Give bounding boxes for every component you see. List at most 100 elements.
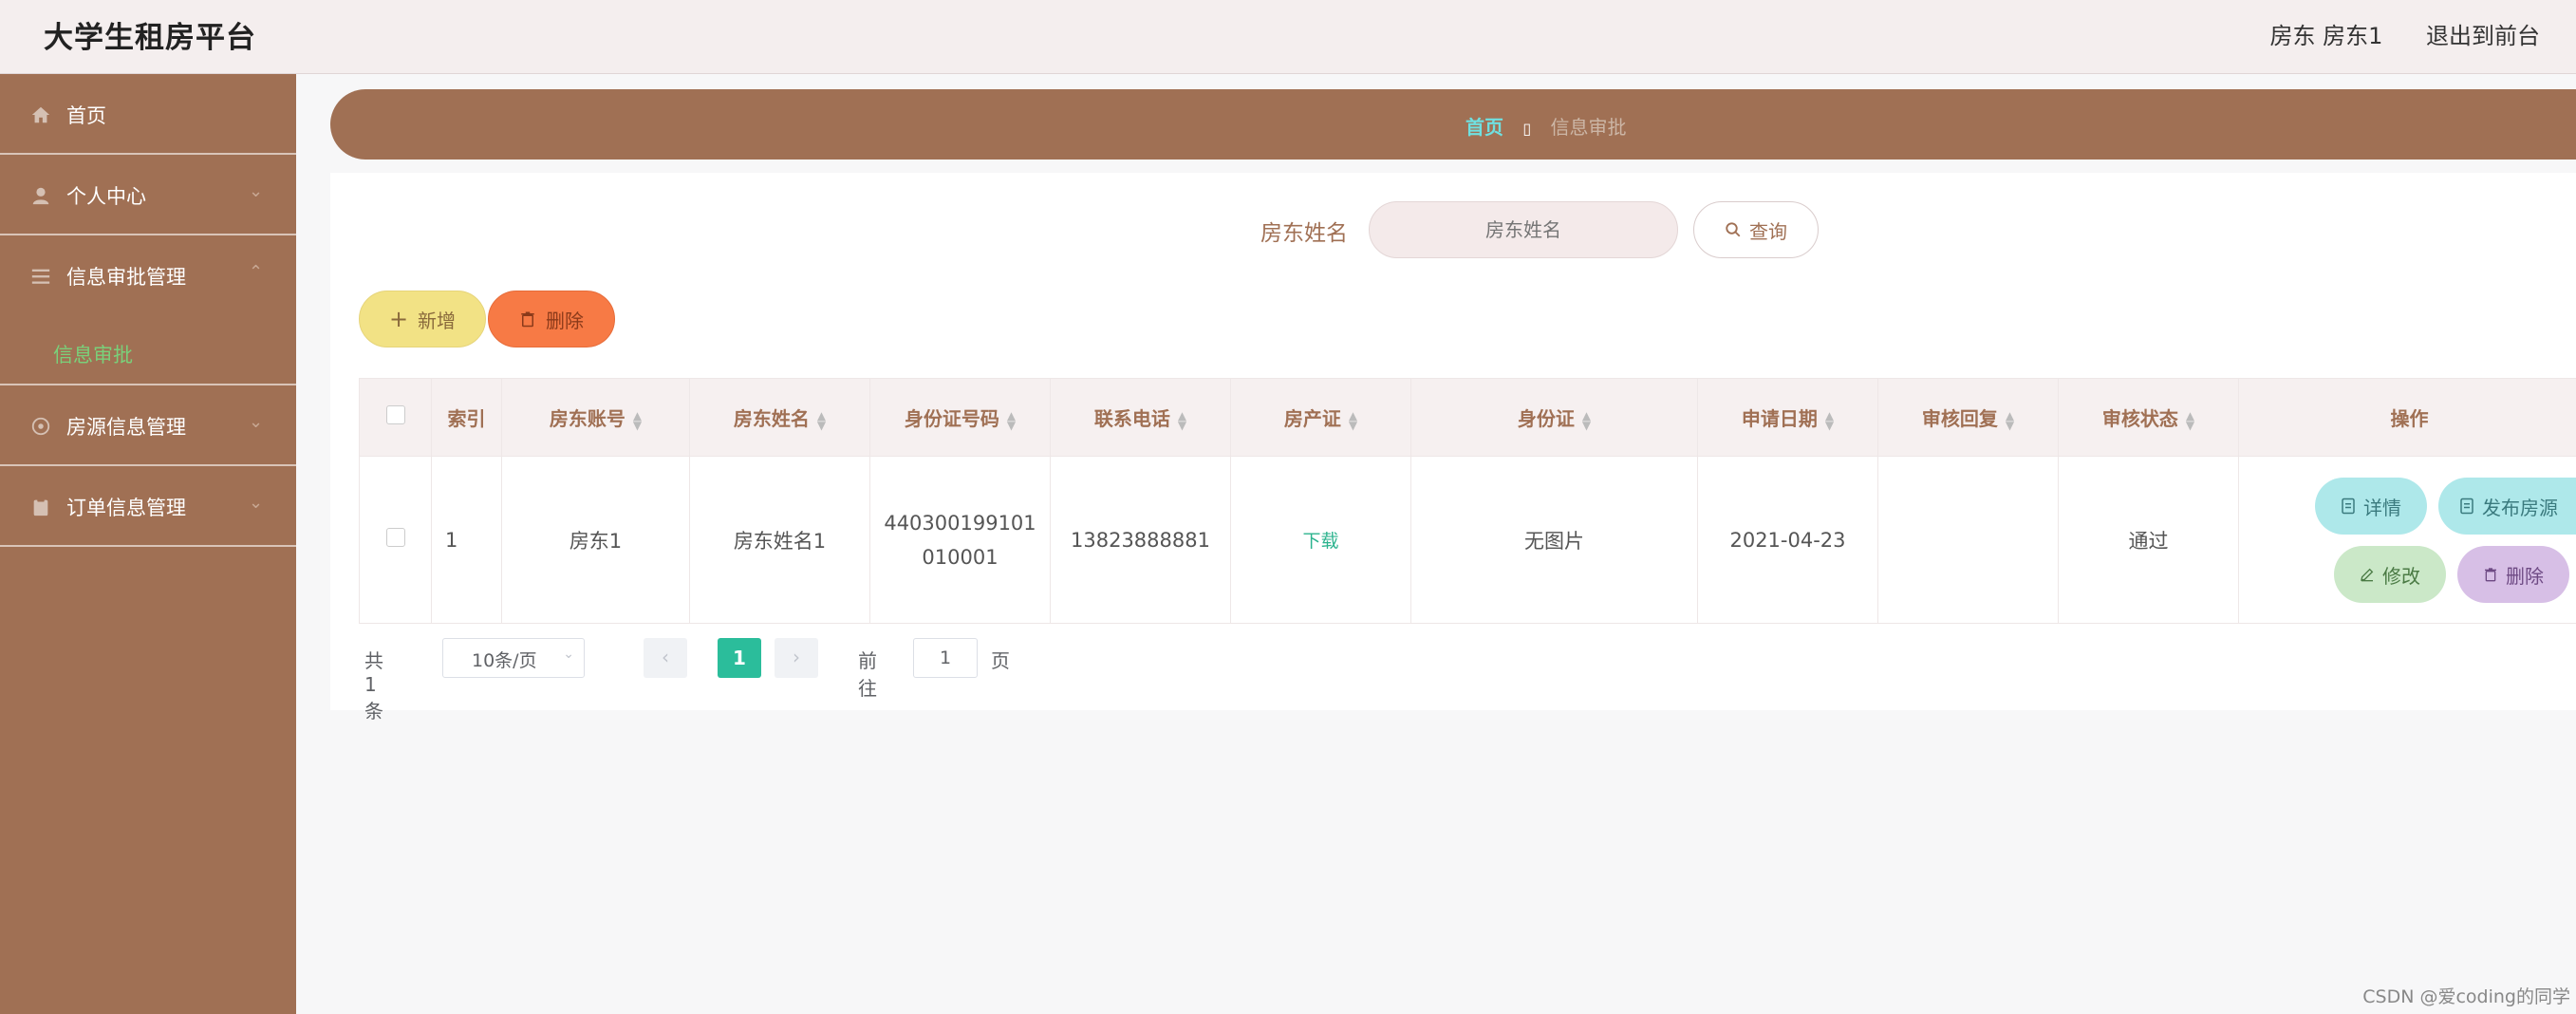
detail-button-label: 详情 (2363, 496, 2401, 519)
chevron-down-icon: ⌄ (249, 412, 264, 432)
search-button-label: 查询 (1749, 219, 1787, 243)
sidebar-item-label: 订单信息管理 (66, 497, 186, 519)
cell-operations: 详情 发布房源 修改 删除 (2238, 456, 2576, 624)
sidebar-subitem-approval[interactable]: 信息审批 (0, 316, 296, 385)
select-all-cell (359, 378, 432, 457)
cell-name: 房东姓名1 (689, 456, 870, 624)
col-deed[interactable]: 房产证 ▲ ▼ (1230, 378, 1411, 457)
sidebar-item-home[interactable]: 首页 (0, 74, 296, 155)
col-phone[interactable]: 联系电话 ▲ ▼ (1050, 378, 1231, 457)
goto-label: 前往 (858, 649, 877, 700)
breadcrumb-current: 信息审批 (1550, 116, 1627, 139)
watermark: CSDN @爱coding的同学 (2362, 986, 2570, 1007)
id-number-line-1: 440300199101 (884, 511, 1036, 535)
add-button[interactable]: + 新增 (359, 291, 486, 347)
search-label: 房东姓名 (1260, 221, 1348, 246)
sidebar-item-personal-center[interactable]: 个人中心 ⌄ (0, 155, 296, 235)
col-label: 联系电话 (1093, 407, 1170, 430)
col-reply[interactable]: 审核回复 ▲ ▼ (1877, 378, 2059, 457)
batch-delete-button[interactable]: 删除 (488, 291, 615, 347)
publish-listing-button-label: 发布房源 (2482, 496, 2558, 519)
cell-date: 2021-04-23 (1697, 456, 1878, 624)
chevron-right-icon: › (793, 646, 800, 668)
id-number-line-2: 010001 (922, 545, 999, 569)
clipboard-icon (33, 498, 48, 516)
col-id-card[interactable]: 身份证 ▲ ▼ (1410, 378, 1698, 457)
sort-icon[interactable]: ▲ ▼ (1349, 410, 1357, 431)
sidebar-item-approval-management[interactable]: 信息审批管理 ⌃ (0, 235, 296, 316)
breadcrumb: 首页 ▯ 信息审批 (330, 89, 2576, 160)
detail-button[interactable]: 详情 (2315, 478, 2427, 535)
cell-account: 房东1 (501, 456, 690, 624)
chevron-down-icon: ⌄ (249, 181, 264, 201)
select-all-checkbox[interactable] (385, 405, 405, 424)
search-button[interactable]: 查询 (1693, 201, 1819, 258)
cell-id-card: 无图片 (1410, 456, 1698, 624)
sort-icon[interactable]: ▲ ▼ (1178, 410, 1186, 431)
next-page-button[interactable]: › (775, 638, 818, 678)
sort-icon[interactable]: ▲ ▼ (2186, 410, 2194, 431)
row-delete-button[interactable]: 删除 (2457, 546, 2569, 603)
edit-button-label: 修改 (2382, 564, 2420, 588)
goto-page-input[interactable] (913, 638, 978, 678)
col-index: 索引 (431, 378, 502, 457)
sort-icon[interactable]: ▲ ▼ (2006, 410, 2014, 431)
breadcrumb-home[interactable]: 首页 (1465, 116, 1503, 139)
pagination-total: 共 1 条 (364, 649, 383, 723)
cell-index: 1 (431, 456, 502, 624)
col-label: 身份证 (1517, 407, 1575, 430)
sort-icon[interactable]: ▲ ▼ (633, 410, 642, 431)
content-panel: 房东姓名 查询 + 新增 删除 索引 房东账号 ▲▼ 房东姓名 ▲▼ 身份证号码 ▲▼… (330, 173, 2576, 723)
sidebar-item-order-management[interactable]: 订单信息管理 ⌄ (0, 466, 296, 547)
sort-icon[interactable]: ▲ ▼ (1825, 410, 1834, 431)
page-number-current[interactable]: 1 (718, 638, 761, 678)
sidebar-item-label: 信息审批管理 (66, 266, 186, 289)
header-actions: 房东 房东1 退出到前台 (2269, 17, 2576, 50)
cell-phone: 13823888881 (1050, 456, 1231, 624)
col-label: 房东账号 (549, 407, 625, 430)
add-button-label: 新增 (418, 309, 457, 332)
col-status[interactable]: 审核状态 ▲ ▼ (2058, 378, 2239, 457)
table-header-row: 索引 房东账号 ▲ ▼ 房东姓名 ▲ ▼ 身份证号码 ▲ ▼ 联系电话 ▲ ▼ 房产证 ▲ ▼ 身份… (359, 378, 2576, 457)
row-delete-button-label: 删除 (2506, 564, 2544, 588)
back-to-frontend-link[interactable]: 退出到前台 (2426, 23, 2540, 49)
col-label: 申请日期 (1741, 407, 1818, 430)
sidebar-item-label: 房源信息管理 (66, 416, 186, 439)
document-icon (2460, 498, 2473, 515)
user-icon (32, 187, 49, 205)
col-date[interactable]: 申请日期 ▲ ▼ (1697, 378, 1878, 457)
search-icon (1726, 222, 1741, 237)
edit-button[interactable]: 修改 (2334, 546, 2446, 603)
sidebar-item-label: 个人中心 (66, 185, 146, 208)
document-icon (2342, 498, 2355, 515)
sort-icon[interactable]: ▲ ▼ (1582, 410, 1591, 431)
row-checkbox[interactable] (385, 528, 405, 547)
col-label: 房产证 (1283, 407, 1341, 430)
page-size-select[interactable]: 10条/页 ⌄ (442, 638, 585, 678)
landlord-name-search-input[interactable] (1369, 201, 1678, 258)
delete-button-label: 删除 (546, 309, 584, 332)
breadcrumb-separator-icon: ▯ (1522, 120, 1532, 138)
col-id-number[interactable]: 身份证号码 ▲ ▼ (869, 378, 1051, 457)
col-label: 房东姓名 (733, 407, 810, 430)
sidebar-item-listing-management[interactable]: 房源信息管理 ⌄ (0, 385, 296, 466)
chevron-left-icon: ‹ (662, 646, 669, 668)
col-account[interactable]: 房东账号 ▲ ▼ (501, 378, 690, 457)
deed-download-link[interactable]: 下载 (1302, 531, 1338, 552)
sort-icon[interactable]: ▲ ▼ (817, 410, 826, 431)
sort-icon[interactable]: ▲ ▼ (1007, 410, 1016, 431)
compass-icon (31, 417, 50, 436)
col-name[interactable]: 房东姓名 ▲ ▼ (689, 378, 870, 457)
cell-reply (1877, 456, 2059, 624)
col-label: 审核状态 (2101, 407, 2178, 430)
publish-listing-button[interactable]: 发布房源 (2438, 478, 2576, 535)
prev-page-button[interactable]: ‹ (644, 638, 687, 678)
sidebar: 首页 个人中心 ⌄ 信息审批管理 ⌃ 信息审批 房源信息管理 ⌄ 订单信息管理 … (0, 74, 296, 1014)
trash-icon (2485, 568, 2496, 582)
col-label: 审核回复 (1921, 407, 1998, 430)
sidebar-item-label: 首页 (66, 104, 106, 127)
menu-icon (31, 269, 50, 284)
cell-id-number: 440300199101 010001 (869, 456, 1051, 624)
pencil-icon (2361, 568, 2374, 582)
main-content: 首页 ▯ 信息审批 房东姓名 查询 + 新增 删除 索引 房东账号 ▲▼ (296, 74, 2576, 1014)
